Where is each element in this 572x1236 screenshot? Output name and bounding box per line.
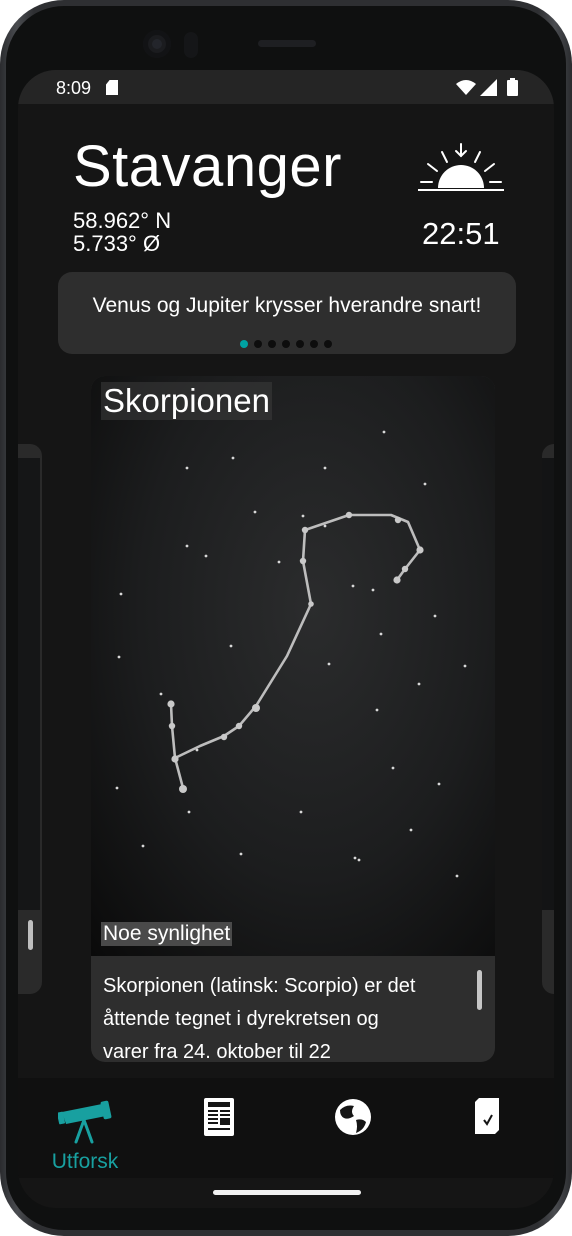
proximity-sensor — [184, 32, 198, 58]
globe-icon — [335, 1099, 371, 1135]
visibility-label: Noe synlighet — [101, 922, 233, 946]
nav-item-globe[interactable] — [286, 1078, 420, 1178]
city-name: Stavanger — [73, 134, 342, 199]
phone-frame: 8:09 Stavanger 58.962° N 5.733° Ø 22:51 … — [0, 0, 572, 1236]
earpiece-speaker — [258, 40, 316, 47]
carousel-indicator — [240, 340, 332, 348]
front-camera — [143, 30, 171, 58]
newspaper-icon — [204, 1098, 234, 1136]
bottom-navigation: Utforsk — [18, 1078, 554, 1178]
sunset-icon — [418, 143, 504, 191]
indicator-dot[interactable] — [296, 340, 304, 348]
indicator-dot[interactable] — [282, 340, 290, 348]
indicator-dot[interactable] — [324, 340, 332, 348]
status-bar: 8:09 — [18, 70, 554, 104]
status-time: 8:09 — [56, 78, 92, 98]
nav-item-checklist[interactable] — [420, 1078, 554, 1178]
nav-item-news[interactable] — [152, 1078, 286, 1178]
nav-label: Utforsk — [51, 1150, 119, 1173]
sunset-time: 22:51 — [422, 216, 500, 251]
checklist-icon — [475, 1098, 499, 1134]
nav-item-utforsk[interactable]: Utforsk — [18, 1078, 152, 1178]
scorpio-constellation-drawing — [115, 430, 467, 878]
scrollbar-thumb[interactable] — [28, 920, 33, 950]
telescope-icon — [58, 1100, 112, 1144]
constellation-image — [91, 376, 495, 956]
indicator-dot[interactable] — [240, 340, 248, 348]
previous-constellation-card[interactable] — [18, 444, 42, 994]
next-constellation-card[interactable] — [542, 444, 554, 994]
longitude: 5.733° Ø — [73, 231, 161, 256]
wifi-icon — [456, 80, 476, 95]
indicator-dot[interactable] — [254, 340, 262, 348]
next-card-image — [542, 458, 554, 910]
app-screen: 8:09 Stavanger 58.962° N 5.733° Ø 22:51 … — [18, 70, 554, 1208]
constellation-card[interactable]: Skorpionen Noe synlighet Skorpionen (lat… — [91, 376, 495, 1062]
battery-icon — [507, 78, 518, 96]
constellation-title: Skorpionen — [101, 382, 272, 420]
previous-card-image — [18, 458, 40, 910]
description-scrollbar[interactable] — [477, 970, 482, 1010]
home-indicator[interactable] — [213, 1190, 361, 1195]
news-carousel[interactable]: Venus og Jupiter krysser hverandre snart… — [58, 272, 516, 354]
news-text: Venus og Jupiter krysser hverandre snart… — [92, 294, 482, 317]
indicator-dot[interactable] — [268, 340, 276, 348]
indicator-dot[interactable] — [310, 340, 318, 348]
constellation-description: Skorpionen (latinsk: Scorpio) er det ått… — [103, 975, 416, 1062]
sim-card-icon — [106, 80, 118, 95]
signal-icon — [480, 79, 497, 96]
latitude: 58.962° N — [73, 208, 172, 233]
